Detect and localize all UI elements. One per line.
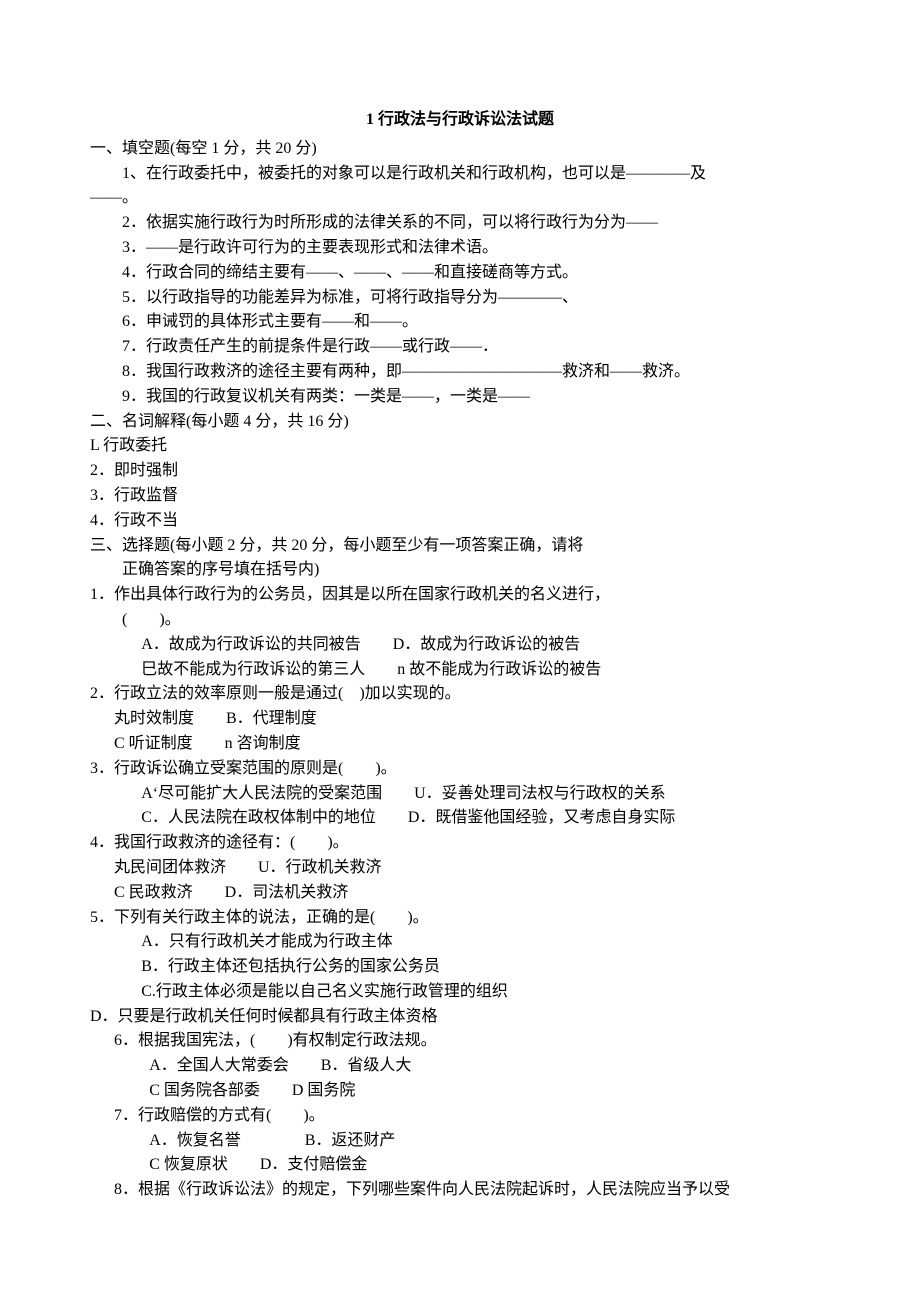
section-2-heading: 二、名词解释(每小题 4 分，共 16 分) — [90, 410, 830, 435]
q3-4-opts-1: 丸民间团体救济 U．行政机关救济 — [90, 856, 830, 881]
q3-6-stem: 6．根据我国宪法，( )有权制定行政法规。 — [90, 1029, 830, 1054]
term-1: L 行政委托 — [90, 434, 830, 459]
q3-7-opts-1: A．恢复名誉 B．返还财产 — [90, 1129, 830, 1154]
q3-8-stem: 8．根据《行政诉讼法》的规定，下列哪些案件向人民法院起诉时，人民法院应当予以受 — [90, 1178, 830, 1203]
q1-8: 8．我国行政救济的途径主要有两种，即——————————救济和——救济。 — [90, 360, 830, 385]
q3-5-opt-b: B．行政主体还包括执行公务的国家公务员 — [90, 955, 830, 980]
q1-6: 6．申诫罚的具体形式主要有——和——。 — [90, 310, 830, 335]
q3-6-opts-1: A．全国人大常委会 B．省级人大 — [90, 1054, 830, 1079]
q3-4-opts-2: C 民政救济 D．司法机关救济 — [90, 881, 830, 906]
document-title: 1 行政法与行政诉讼法试题 — [90, 108, 830, 133]
q1-9: 9．我国的行政复议机关有两类：一类是——，一类是—— — [90, 385, 830, 410]
q3-5-opt-d: D．只要是行政机关任何时候都具有行政主体资格 — [90, 1005, 830, 1030]
q3-2-stem: 2．行政立法的效率原则一般是通过( )加以实现的。 — [90, 682, 830, 707]
q3-4-stem: 4．我国行政救济的途径有：( )。 — [90, 831, 830, 856]
q3-7-stem: 7．行政赔偿的方式有( )。 — [90, 1104, 830, 1129]
q3-2-opts-1: 丸时效制度 B．代理制度 — [90, 707, 830, 732]
q3-1-stem: 1．作出具体行政行为的公务员，因其是以所在国家行政机关的名义进行， — [90, 583, 830, 608]
section-3-heading-line1: 三、选择题(每小题 2 分，共 20 分，每小题至少有一项答案正确，请将 — [90, 534, 830, 559]
term-4: 4．行政不当 — [90, 509, 830, 534]
q1-3: 3．——是行政许可行为的主要表现形式和法律术语。 — [90, 236, 830, 261]
q3-6-opts-2: C 国务院各部委 D 国务院 — [90, 1079, 830, 1104]
term-2: 2．即时强制 — [90, 459, 830, 484]
q1-4: 4．行政合同的缔结主要有——、——、——和直接磋商等方式。 — [90, 261, 830, 286]
q3-1-blank: ( )。 — [90, 608, 830, 633]
q1-7: 7．行政责任产生的前提条件是行政——或行政——． — [90, 335, 830, 360]
q3-7-opts-2: C 恢复原状 D．支付赔偿金 — [90, 1153, 830, 1178]
q3-3-opts-1: A‘尽可能扩大人民法院的受案范围 U．妥善处理司法权与行政权的关系 — [90, 782, 830, 807]
q1-1-line1: 1、在行政委托中，被委托的对象可以是行政机关和行政机构，也可以是————及 — [90, 162, 830, 187]
q3-1-opts-1: A．故成为行政诉讼的共同被告 D．故成为行政诉讼的被告 — [90, 633, 830, 658]
q3-1-opts-2: 巳故不能成为行政诉讼的第三人 n 故不能成为行政诉讼的被告 — [90, 658, 830, 683]
q3-3-stem: 3．行政诉讼确立受案范围的原则是( )。 — [90, 757, 830, 782]
q1-2: 2．依据实施行政行为时所形成的法律关系的不同，可以将行政行为分为—— — [90, 211, 830, 236]
q3-2-opts-2: C 听证制度 n 咨询制度 — [90, 732, 830, 757]
q3-3-opts-2: C．人民法院在政权体制中的地位 D．既借鉴他国经验，又考虑自身实际 — [90, 806, 830, 831]
q3-5-opt-a: A．只有行政机关才能成为行政主体 — [90, 930, 830, 955]
q1-1-line2: ——。 — [90, 186, 830, 211]
q3-5-stem: 5．下列有关行政主体的说法，正确的是( )。 — [90, 906, 830, 931]
term-3: 3．行政监督 — [90, 484, 830, 509]
q1-5: 5．以行政指导的功能差异为标准，可将行政指导分为————、 — [90, 286, 830, 311]
section-3-heading-line2: 正确答案的序号填在括号内) — [90, 558, 830, 583]
q3-5-opt-c: C.行政主体必须是能以自己名义实施行政管理的组织 — [90, 980, 830, 1005]
section-1-heading: 一、填空题(每空 1 分，共 20 分) — [90, 137, 830, 162]
page-container: { "title": "1 行政法与行政诉讼法试题", "s1_heading"… — [0, 0, 920, 1302]
